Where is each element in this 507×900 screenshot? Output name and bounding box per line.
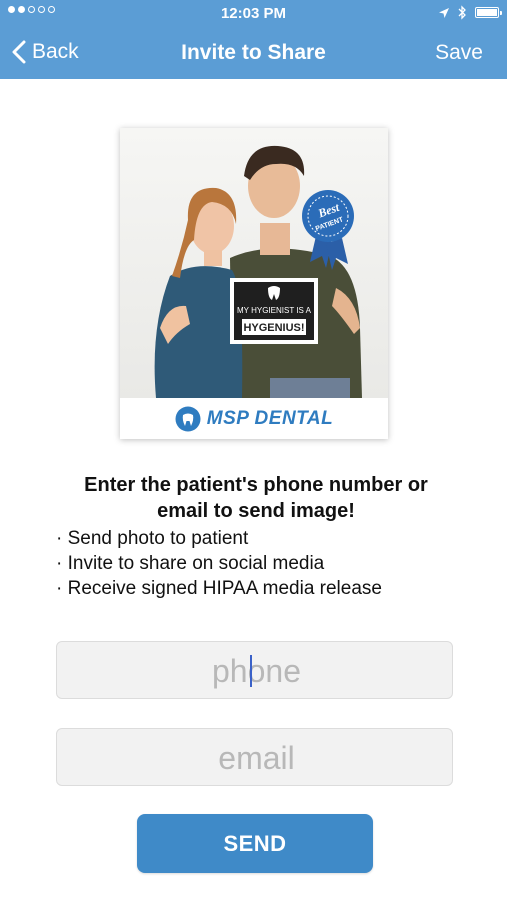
list-item: · Invite to share on social media (56, 553, 325, 574)
tooth-logo-icon (175, 406, 201, 431)
battery-icon (475, 7, 502, 18)
text-cursor (250, 655, 252, 687)
status-time: 12:03 PM (220, 5, 287, 22)
status-bar: 12:03 PM (0, 0, 507, 28)
sign-text-line2: HYGENIUS! (243, 322, 304, 334)
shared-photo-card: MY HYGIENIST IS A HYGENIUS! Best PATIENT… (120, 128, 388, 439)
patient-photo: MY HYGIENIST IS A HYGENIUS! Best PATIENT (120, 128, 388, 398)
location-arrow-icon (439, 7, 449, 18)
instructions: Enter the patient's phone number or emai… (56, 472, 456, 601)
back-button-label: Back (32, 40, 79, 63)
email-input[interactable] (57, 729, 456, 787)
navigation-bar: Back Invite to Share Save (0, 28, 507, 79)
phone-field-container (56, 641, 456, 700)
sign-text-line1: MY HYGIENIST IS A (237, 306, 312, 315)
instructions-heading-line1: Enter the patient's phone number or (84, 474, 428, 496)
phone-input[interactable] (57, 642, 456, 700)
photo-illustration: MY HYGIENIST IS A HYGENIUS! Best PATIENT (120, 128, 388, 398)
email-field-container (56, 728, 456, 787)
back-button[interactable]: Back (12, 40, 79, 64)
instructions-heading-line2: email to send image! (157, 500, 355, 522)
practice-logo-text: MSP DENTAL (206, 407, 334, 429)
chevron-left-icon (12, 40, 26, 64)
instructions-heading: Enter the patient's phone number or emai… (56, 472, 456, 524)
instructions-list: · Send photo to patient · Invite to shar… (56, 526, 456, 601)
list-item: · Send photo to patient (56, 528, 249, 549)
list-item: · Receive signed HIPAA media release (56, 578, 382, 599)
send-button[interactable]: SEND (137, 814, 373, 873)
status-icons (438, 5, 502, 20)
practice-logo: MSP DENTAL (120, 398, 388, 439)
bluetooth-icon (458, 5, 466, 20)
save-button[interactable]: Save (435, 41, 483, 65)
